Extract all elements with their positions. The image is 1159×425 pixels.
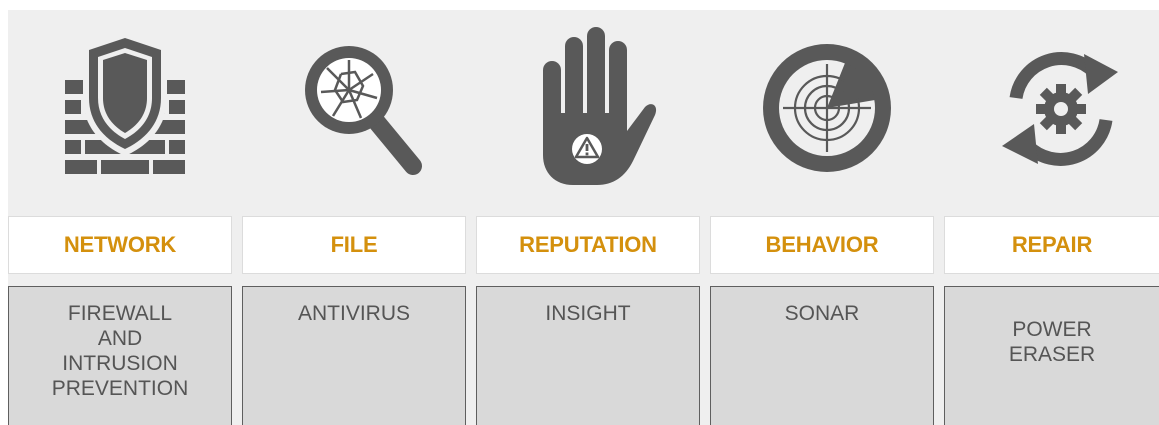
category-label-repair: REPAIR (944, 216, 1159, 274)
technology-box-firewall: FIREWALL AND INTRUSION PREVENTION (8, 286, 232, 425)
category-label-network: NETWORK (8, 216, 232, 274)
technology-box-power-eraser: POWER ERASER (944, 286, 1159, 425)
technology-box-insight: INSIGHT (476, 286, 700, 425)
category-label-reputation: REPUTATION (476, 216, 700, 274)
gear-refresh-icon (944, 10, 1159, 206)
category-label-file: FILE (242, 216, 466, 274)
radar-icon (710, 10, 944, 206)
category-label-behavior: BEHAVIOR (710, 216, 934, 274)
technology-box-antivirus: ANTIVIRUS (242, 286, 466, 425)
hand-warning-icon (476, 10, 710, 206)
shield-brick-wall-icon (8, 10, 242, 206)
technology-box-sonar: SONAR (710, 286, 934, 425)
magnifier-cracked-glass-icon (242, 10, 476, 206)
